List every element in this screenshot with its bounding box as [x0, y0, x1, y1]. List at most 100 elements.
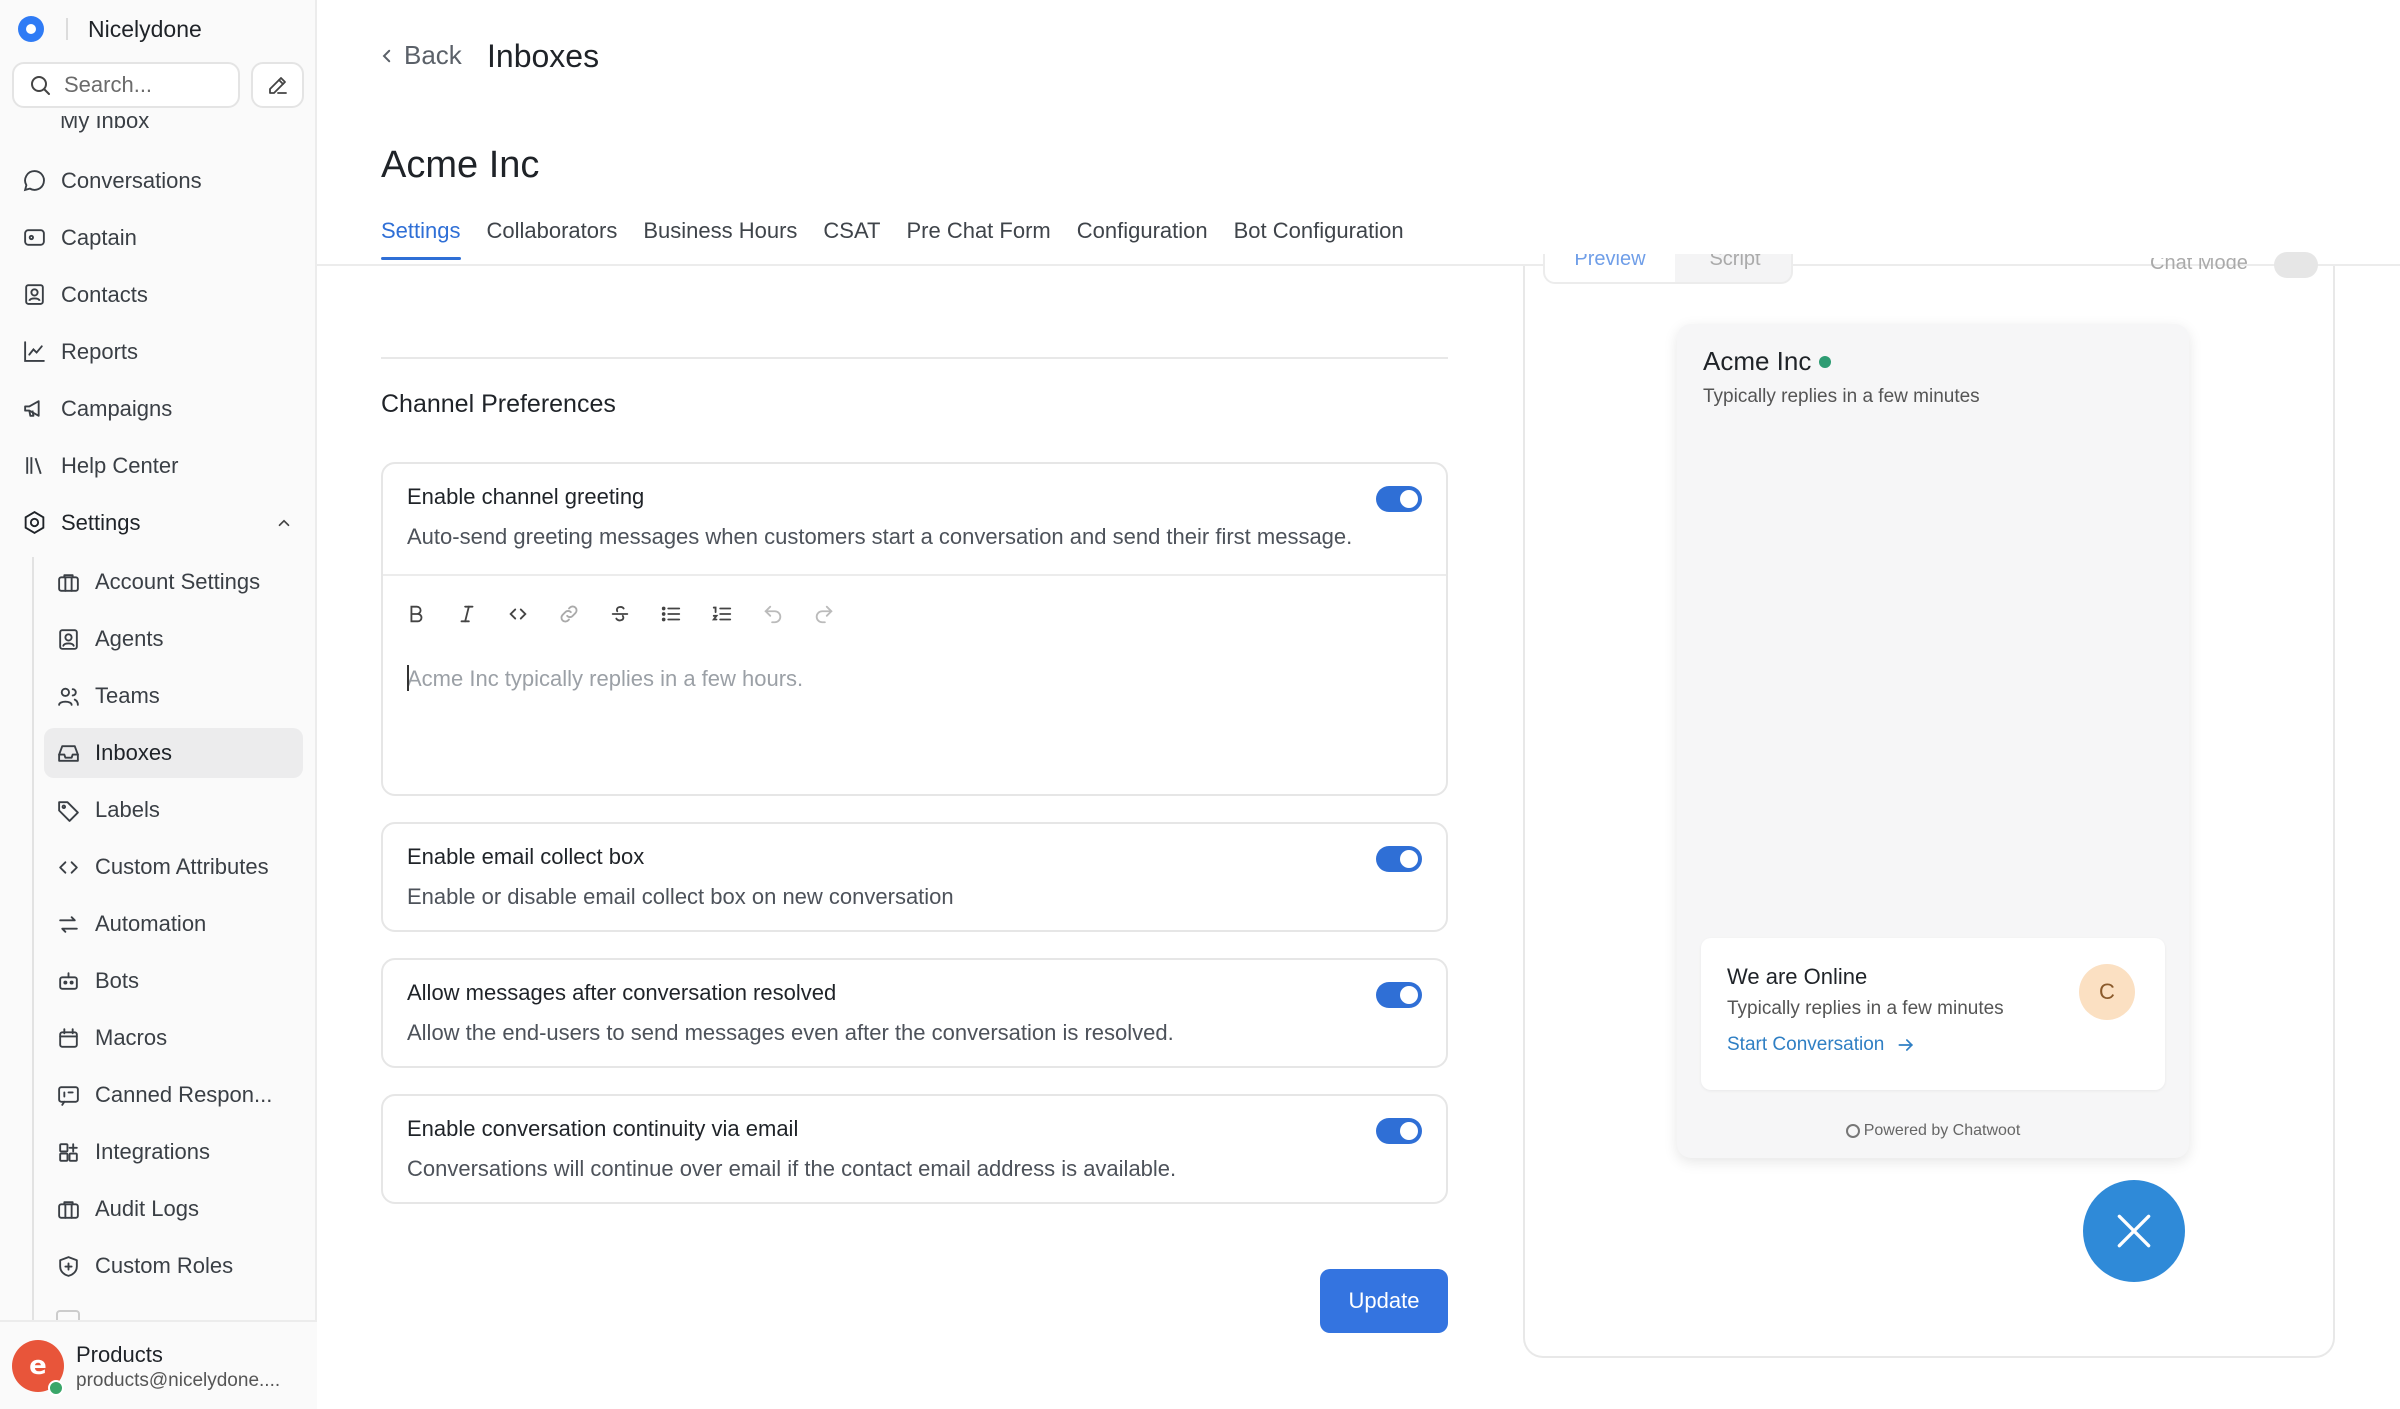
- chat-mode-label: Chat Mode: [2150, 258, 2248, 274]
- card-description: Enable or disable email collect box on n…: [407, 884, 954, 909]
- italic-icon: [460, 605, 474, 623]
- bullet-list-button[interactable]: [660, 598, 711, 630]
- brand-name: Nicelydone: [88, 15, 202, 42]
- sidebar-item-campaigns[interactable]: Campaigns: [0, 380, 317, 437]
- continuity-email-card: Enable conversation continuity via email…: [381, 1094, 1448, 1204]
- contact-card-icon: [25, 284, 44, 305]
- sidebar-item-custom-attributes[interactable]: Custom Attributes: [44, 842, 303, 892]
- tab-script[interactable]: Script: [1685, 254, 1785, 282]
- tab-csat[interactable]: CSAT: [823, 218, 880, 258]
- undo-button[interactable]: [762, 598, 813, 630]
- chevron-up-icon[interactable]: [275, 514, 293, 532]
- allow-after-resolved-toggle[interactable]: [1376, 982, 1422, 1008]
- briefcase-icon: [58, 573, 79, 592]
- sidebar-item-label: Audit Logs: [95, 1196, 199, 1221]
- arrow-right-icon: [1898, 1039, 1914, 1051]
- widget-title: Acme Inc: [1703, 346, 1832, 377]
- message-square-icon: [58, 1085, 79, 1106]
- user-profile[interactable]: e Products products@nicelydone....: [0, 1320, 317, 1409]
- redo-button[interactable]: [813, 598, 864, 630]
- back-button[interactable]: Back: [378, 40, 462, 71]
- numbered-list-button[interactable]: [711, 598, 762, 630]
- editor-toolbar: [405, 598, 864, 630]
- sidebar-item-audit-logs[interactable]: Audit Logs: [44, 1184, 303, 1234]
- code-icon: [59, 860, 78, 874]
- email-collect-toggle[interactable]: [1376, 846, 1422, 872]
- sidebar-item-label: Automation: [95, 911, 207, 936]
- chat-mode-toggle[interactable]: [2274, 252, 2318, 278]
- editor-divider: [383, 574, 1446, 576]
- sidebar-item-contacts[interactable]: Contacts: [0, 266, 317, 323]
- online-card: We are Online Typically replies in a few…: [1701, 938, 2165, 1090]
- brand[interactable]: Nicelydone: [18, 12, 202, 46]
- chat-widget-preview: Acme Inc Typically replies in a few minu…: [1677, 324, 2189, 1158]
- sidebar-item-labels[interactable]: Labels: [44, 785, 303, 835]
- sidebar-item-agents[interactable]: Agents: [44, 614, 303, 664]
- tab-preview[interactable]: Preview: [1545, 254, 1675, 282]
- sidebar-item-conversations[interactable]: Conversations: [0, 152, 317, 209]
- sidebar-item-label: Agents: [95, 626, 164, 651]
- brand-separator: [66, 18, 68, 40]
- italic-button[interactable]: [456, 598, 507, 630]
- widget-subtitle: Typically replies in a few minutes: [1703, 386, 1980, 407]
- search-box[interactable]: [12, 62, 240, 108]
- compose-button[interactable]: [251, 62, 304, 108]
- arrows-icon: [59, 915, 78, 933]
- search-icon: [31, 76, 50, 95]
- sidebar-item-captain[interactable]: Captain: [0, 209, 317, 266]
- users-icon: [58, 687, 79, 706]
- sidebar-item-reports[interactable]: Reports: [0, 323, 317, 380]
- tab-settings[interactable]: Settings: [381, 218, 461, 260]
- sidebar-item-inboxes[interactable]: Inboxes: [44, 728, 303, 778]
- sidebar-item-automation[interactable]: Automation: [44, 899, 303, 949]
- submenu-line: [32, 557, 34, 1320]
- bold-button[interactable]: [405, 598, 456, 630]
- tab-configuration[interactable]: Configuration: [1077, 218, 1208, 258]
- sidebar-item-account-settings[interactable]: Account Settings: [44, 557, 303, 607]
- chart-line-icon: [24, 341, 45, 362]
- sidebar-item-label: Inboxes: [95, 740, 173, 765]
- code-button[interactable]: [507, 598, 558, 630]
- sidebar-item-label: Custom Roles: [95, 1253, 234, 1278]
- tab-business-hours[interactable]: Business Hours: [643, 218, 797, 258]
- greeting-editor[interactable]: Acme Inc typically replies in a few hour…: [407, 665, 803, 693]
- start-conversation-link[interactable]: Start Conversation: [1727, 1034, 1916, 1056]
- sidebar-item-teams[interactable]: Teams: [44, 671, 303, 721]
- link-button[interactable]: [558, 598, 609, 630]
- close-icon: [2117, 1214, 2151, 1248]
- text-caret: [407, 665, 409, 692]
- sidebar-item-label: Canned Respon...: [95, 1082, 273, 1107]
- sidebar-item-bots[interactable]: Bots: [44, 956, 303, 1006]
- sidebar-item-integrations[interactable]: Integrations: [44, 1127, 303, 1177]
- widget-close-button[interactable]: [2083, 1180, 2185, 1282]
- user-email: products@nicelydone....: [76, 1370, 281, 1391]
- sidebar-item-label: Account Settings: [95, 569, 261, 594]
- tab-pre-chat-form[interactable]: Pre Chat Form: [906, 218, 1050, 258]
- megaphone-icon: [24, 400, 40, 417]
- sidebar-item-macros[interactable]: Macros: [44, 1013, 303, 1063]
- chatwoot-logo-icon: [1845, 1124, 1860, 1138]
- sidebar-item-settings[interactable]: Settings: [0, 494, 317, 551]
- chat-bubble-icon: [23, 170, 45, 192]
- sidebar-item-cut[interactable]: My Inbox: [60, 116, 149, 136]
- continuity-email-toggle[interactable]: [1376, 1118, 1422, 1144]
- sidebar-item-cut-bottom: [56, 1310, 96, 1320]
- tab-collaborators[interactable]: Collaborators: [487, 218, 618, 258]
- shield-icon: [59, 1255, 78, 1277]
- calendar-icon: [59, 1027, 78, 1048]
- strikethrough-button[interactable]: [609, 598, 660, 630]
- card-description: Auto-send greeting messages when custome…: [407, 524, 1353, 549]
- tab-bot-configuration[interactable]: Bot Configuration: [1234, 218, 1404, 258]
- sidebar-item-help-center[interactable]: Help Center: [0, 437, 317, 494]
- undo-icon: [764, 605, 782, 624]
- channel-greeting-toggle[interactable]: [1376, 486, 1422, 512]
- online-dot: [1819, 355, 1832, 368]
- card-title: Enable conversation continuity via email: [407, 1116, 799, 1141]
- sidebar-item-canned-respon[interactable]: Canned Respon...: [44, 1070, 303, 1120]
- sidebar-item-label: Teams: [95, 683, 160, 708]
- sidebar-item-custom-roles[interactable]: Custom Roles: [44, 1241, 303, 1291]
- update-button[interactable]: Update: [1320, 1269, 1448, 1333]
- section-divider: [381, 357, 1448, 359]
- online-card-subtitle: Typically replies in a few minutes: [1727, 998, 2004, 1019]
- search-input[interactable]: [64, 72, 234, 98]
